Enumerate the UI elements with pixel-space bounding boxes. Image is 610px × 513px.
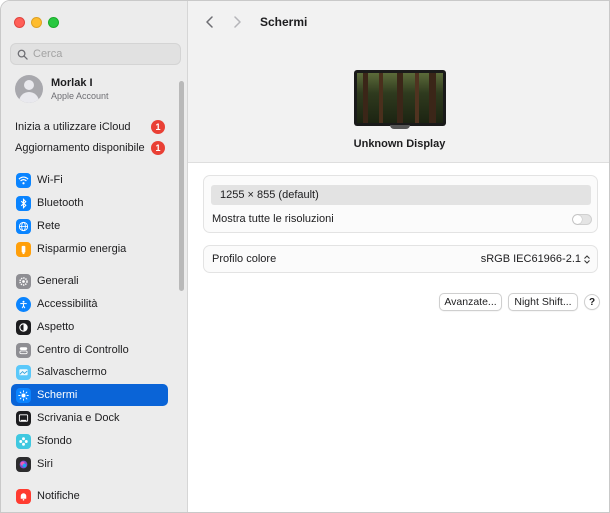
sidebar-item-label: Rete [37, 220, 61, 232]
control-center-icon [16, 342, 31, 358]
wifi-icon [16, 172, 31, 188]
chevron-right-icon [234, 16, 241, 28]
account-subtitle: Apple Account [51, 91, 109, 101]
page-title: Schermi [260, 15, 308, 29]
forward-button[interactable] [226, 11, 248, 33]
show-all-resolutions-label: Mostra tutte le risoluzioni [212, 213, 334, 225]
siri-icon [16, 456, 31, 472]
appearance-icon [16, 319, 31, 335]
color-profile-select[interactable]: sRGB IEC61966-2.1 [481, 253, 590, 265]
notification-badge: 1 [151, 120, 165, 134]
toolbar: Schermi [188, 1, 609, 43]
screensaver-icon [16, 364, 31, 380]
sidebar-item-label: Centro di Controllo [37, 344, 129, 356]
settings-window: Morlak I Apple Account Inizia a utilizza… [0, 0, 610, 513]
sidebar-scrollbar[interactable] [179, 81, 184, 291]
search-field[interactable] [10, 43, 181, 65]
sidebar-item-notifications[interactable]: Notifiche [11, 485, 168, 507]
search-input[interactable] [33, 48, 173, 60]
color-profile-value: sRGB IEC61966-2.1 [480, 253, 581, 265]
sidebar-item-displays[interactable]: Schermi [11, 384, 168, 406]
bluetooth-icon [16, 195, 31, 211]
sidebar-item-label: Accessibilità [37, 298, 98, 310]
sidebar-item-label: Notifiche [37, 490, 80, 502]
icloud-setup-item[interactable]: Inizia a utilizzare iCloud 1 [15, 120, 165, 134]
gear-icon [16, 273, 31, 289]
globe-icon [16, 218, 31, 234]
icloud-setup-label: Inizia a utilizzare iCloud [15, 121, 131, 133]
software-update-item[interactable]: Aggiornamento disponibile 1 [15, 141, 165, 155]
sidebar-item-control-center[interactable]: Centro di Controllo [11, 339, 168, 361]
sidebar-item-bluetooth[interactable]: Bluetooth [11, 192, 168, 214]
sidebar-item-general[interactable]: Generali [11, 270, 168, 292]
show-all-resolutions-row: Mostra tutte le risoluzioni [212, 210, 592, 228]
sidebar-item-label: Risparmio energia [37, 243, 127, 255]
chevron-left-icon [206, 16, 213, 28]
sidebar-item-screensaver[interactable]: Salvaschermo [11, 361, 168, 383]
accessibility-icon [16, 296, 31, 312]
sidebar-item-wifi[interactable]: Wi-Fi [11, 169, 168, 191]
sun-icon [16, 387, 31, 403]
sidebar-item-label: Bluetooth [37, 197, 84, 209]
sidebar-item-accessibility[interactable]: Accessibilità [11, 293, 168, 315]
monitor-wallpaper-image [357, 73, 443, 123]
zoom-window-button[interactable] [48, 17, 59, 28]
display-name: Unknown Display [353, 138, 446, 150]
sidebar-item-label: Wi-Fi [37, 174, 63, 186]
main-pane: Schermi Unknown Display 1255 × 855 (defa… [188, 1, 609, 512]
show-all-resolutions-toggle[interactable] [572, 213, 592, 225]
wallpaper-icon [16, 433, 31, 449]
notification-badge: 1 [151, 141, 165, 155]
sidebar-item-label: Scrivania e Dock [37, 412, 120, 424]
sidebar-item-network[interactable]: Rete [11, 215, 168, 237]
sidebar-item-desktop-dock[interactable]: Scrivania e Dock [11, 407, 168, 429]
resolution-value: 1255 × 855 (default) [220, 189, 319, 201]
avatar [15, 75, 43, 103]
sidebar: Morlak I Apple Account Inizia a utilizza… [1, 1, 188, 512]
advanced-button[interactable]: Avanzate... [439, 293, 502, 311]
sidebar-item-siri[interactable]: Siri [11, 453, 168, 475]
account-name: Morlak I [51, 77, 93, 89]
color-profile-card: Profilo colore sRGB IEC61966-2.1 [203, 245, 598, 273]
sidebar-item-label: Siri [37, 458, 53, 470]
sidebar-item-label: Salvaschermo [37, 366, 107, 378]
sidebar-item-label: Schermi [37, 389, 78, 401]
chevron-up-down-icon [584, 254, 590, 264]
sidebar-item-battery[interactable]: Risparmio energia [11, 238, 168, 260]
minimize-window-button[interactable] [31, 17, 42, 28]
software-update-label: Aggiornamento disponibile [15, 142, 145, 154]
help-button[interactable]: ? [584, 294, 600, 310]
resolution-option[interactable]: 1255 × 855 (default) [211, 185, 591, 205]
resolution-card: 1255 × 855 (default) Mostra tutte le ris… [203, 175, 598, 233]
back-button[interactable] [199, 11, 221, 33]
display-thumbnail[interactable] [354, 70, 446, 129]
monitor-stand [390, 125, 410, 129]
window-controls [14, 17, 59, 28]
close-window-button[interactable] [14, 17, 25, 28]
color-profile-label: Profilo colore [212, 253, 277, 265]
night-shift-button[interactable]: Night Shift... [508, 293, 578, 311]
sidebar-item-label: Sfondo [37, 435, 72, 447]
sidebar-item-label: Aspetto [37, 321, 75, 333]
sidebar-item-label: Generali [37, 275, 79, 287]
display-preview-area: Schermi Unknown Display [188, 1, 609, 163]
sidebar-item-wallpaper[interactable]: Sfondo [11, 430, 168, 452]
search-icon [17, 49, 28, 60]
account-row[interactable]: Morlak I Apple Account [15, 75, 109, 103]
sidebar-item-appearance[interactable]: Aspetto [11, 316, 168, 338]
bell-icon [16, 488, 31, 504]
dock-icon [16, 410, 31, 426]
battery-icon [16, 241, 31, 257]
